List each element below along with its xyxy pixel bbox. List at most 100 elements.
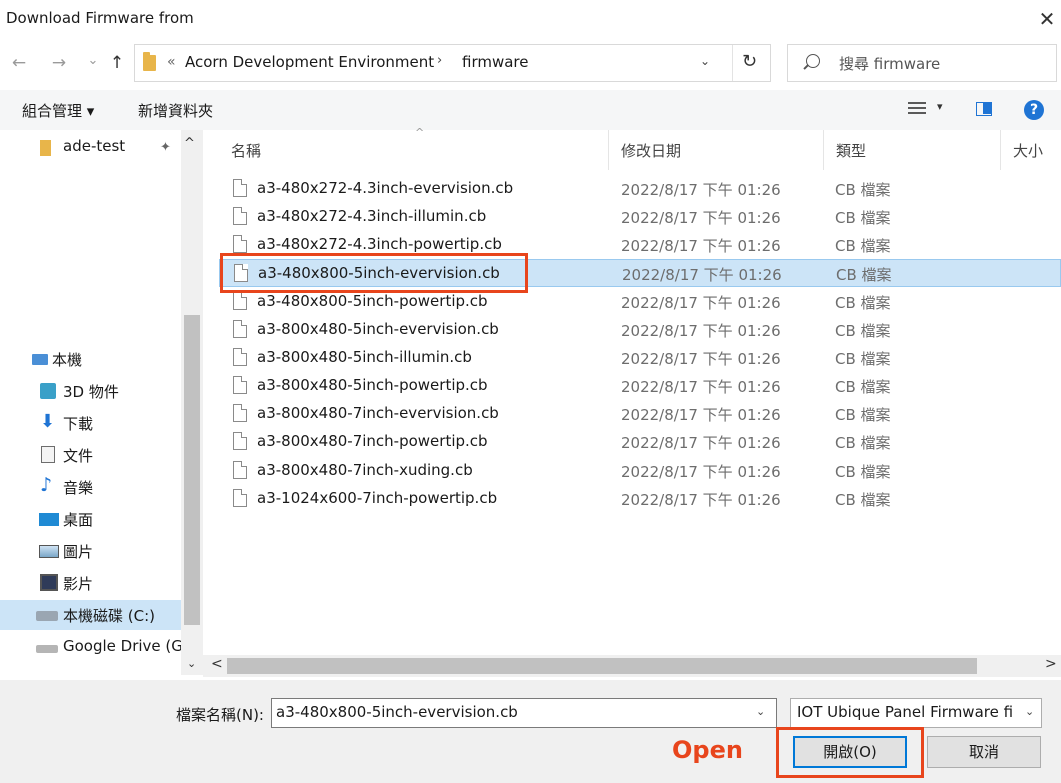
- file-name: a3-800x480-5inch-evervision.cb: [257, 320, 499, 338]
- drive-icon: [36, 611, 58, 621]
- nav-item-this-pc[interactable]: 本機: [0, 344, 181, 374]
- column-divider[interactable]: [608, 130, 609, 170]
- folder-icon: [143, 52, 156, 71]
- file-name: a3-800x480-7inch-evervision.cb: [257, 404, 499, 422]
- file-type: CB 檔案: [835, 434, 891, 452]
- breadcrumb-acorn[interactable]: Acorn Development Environment: [185, 53, 434, 71]
- nav-item-label: 本機: [52, 351, 83, 369]
- nav-item-3d-objects[interactable]: 3D 物件: [0, 376, 181, 406]
- file-name: a3-1024x600-7inch-powertip.cb: [257, 489, 498, 507]
- horizontal-scrollbar-thumb[interactable]: [227, 658, 977, 674]
- address-bar[interactable]: « Acorn Development Environment › firmwa…: [134, 44, 771, 82]
- organize-button[interactable]: 組合管理 ▾: [22, 100, 94, 121]
- up-arrow-icon[interactable]: ↑: [104, 48, 130, 78]
- file-icon: [233, 348, 247, 366]
- file-icon: [233, 461, 247, 479]
- nav-item-label: Google Drive (G: [63, 637, 183, 655]
- column-header-date[interactable]: 修改日期: [621, 140, 681, 161]
- file-name: a3-800x480-5inch-illumin.cb: [257, 348, 472, 366]
- file-date: 2022/8/17 下午 01:26: [621, 322, 781, 340]
- column-header-type[interactable]: 類型: [836, 140, 866, 161]
- recent-locations-chevron-icon[interactable]: ⌄: [80, 46, 106, 76]
- file-row[interactable]: a3-800x480-7inch-xuding.cb 2022/8/17 下午 …: [219, 457, 1061, 485]
- file-row[interactable]: a3-800x480-5inch-illumin.cb 2022/8/17 下午…: [219, 344, 1061, 372]
- file-name: a3-800x480-7inch-xuding.cb: [257, 461, 473, 479]
- nav-item-google-drive[interactable]: Google Drive (G: [0, 632, 183, 662]
- column-header-size[interactable]: 大小: [1013, 140, 1043, 161]
- filename-value: a3-480x800-5inch-evervision.cb: [276, 703, 518, 721]
- file-list: a3-480x272-4.3inch-evervision.cb 2022/8/…: [203, 170, 1061, 670]
- nav-item-documents[interactable]: 文件: [0, 440, 181, 470]
- pictures-icon: [39, 545, 59, 558]
- breadcrumb-firmware[interactable]: firmware: [462, 53, 529, 71]
- view-dropdown-icon[interactable]: ▾: [937, 100, 943, 113]
- search-input[interactable]: 搜尋 firmware: [787, 44, 1057, 82]
- nav-item-local-disk-c[interactable]: 本機磁碟 (C:): [0, 600, 181, 630]
- horizontal-scrollbar[interactable]: < >: [203, 655, 1061, 677]
- toolbar: 組合管理 ▾ 新增資料夾 ▾ ?: [0, 90, 1061, 130]
- file-row[interactable]: a3-480x272-4.3inch-illumin.cb 2022/8/17 …: [219, 203, 1061, 231]
- breadcrumb-overflow[interactable]: «: [167, 54, 176, 70]
- file-row[interactable]: a3-480x272-4.3inch-evervision.cb 2022/8/…: [219, 175, 1061, 203]
- breadcrumb-separator-icon[interactable]: ›: [437, 53, 442, 68]
- file-type-filter-select[interactable]: IOT Ubique Panel Firmware fi ⌄: [790, 698, 1042, 728]
- nav-scrollbar-thumb[interactable]: [184, 315, 200, 625]
- preview-pane-icon[interactable]: [976, 102, 992, 116]
- cancel-button[interactable]: 取消: [927, 736, 1041, 768]
- address-dropdown-icon[interactable]: ⌄: [700, 54, 710, 68]
- desktop-icon: [39, 513, 59, 526]
- forward-arrow-icon[interactable]: →: [46, 48, 72, 78]
- file-date: 2022/8/17 下午 01:26: [621, 463, 781, 481]
- nav-item-label: 下載: [63, 415, 94, 433]
- view-options-icon[interactable]: [908, 101, 926, 117]
- file-row[interactable]: a3-800x480-7inch-powertip.cb 2022/8/17 下…: [219, 428, 1061, 456]
- nav-item-downloads[interactable]: ⬇ 下載: [0, 408, 181, 438]
- filename-dropdown-icon[interactable]: ⌄: [756, 705, 765, 718]
- open-annotation-label: Open: [672, 736, 743, 764]
- highlight-box-selected-file: [220, 253, 528, 293]
- nav-item-music[interactable]: ♪ 音樂: [0, 472, 181, 502]
- sort-ascending-icon: ^: [415, 126, 425, 139]
- music-icon: ♪: [40, 474, 53, 496]
- column-header-name[interactable]: 名稱: [231, 140, 261, 161]
- nav-item-ade-test[interactable]: ade-test ✦: [0, 132, 181, 162]
- file-row[interactable]: a3-800x480-5inch-evervision.cb 2022/8/17…: [219, 316, 1061, 344]
- search-icon: [806, 54, 820, 68]
- pin-icon[interactable]: ✦: [160, 140, 171, 155]
- nav-item-videos[interactable]: 影片: [0, 568, 181, 598]
- 3d-objects-icon: [40, 383, 56, 399]
- scroll-right-icon[interactable]: >: [1045, 656, 1057, 672]
- file-type: CB 檔案: [835, 463, 891, 481]
- nav-item-label: 圖片: [63, 543, 94, 561]
- column-divider[interactable]: [1000, 130, 1001, 170]
- back-arrow-icon[interactable]: ←: [6, 48, 32, 78]
- file-date: 2022/8/17 下午 01:26: [621, 406, 781, 424]
- help-icon[interactable]: ?: [1024, 100, 1044, 120]
- close-icon[interactable]: ✕: [1032, 4, 1061, 34]
- file-date: 2022/8/17 下午 01:26: [621, 434, 781, 452]
- new-folder-button[interactable]: 新增資料夾: [138, 100, 213, 121]
- file-name: a3-800x480-7inch-powertip.cb: [257, 432, 488, 450]
- nav-item-desktop[interactable]: 桌面: [0, 504, 181, 534]
- file-icon: [233, 207, 247, 225]
- file-row[interactable]: a3-800x480-7inch-evervision.cb 2022/8/17…: [219, 400, 1061, 428]
- scroll-down-icon[interactable]: ⌄: [187, 657, 196, 670]
- scroll-up-icon[interactable]: ^: [184, 136, 195, 151]
- column-divider[interactable]: [823, 130, 824, 170]
- file-icon: [233, 292, 247, 310]
- file-type: CB 檔案: [835, 322, 891, 340]
- scroll-left-icon[interactable]: <: [211, 656, 223, 672]
- file-name: a3-480x272-4.3inch-powertip.cb: [257, 235, 502, 253]
- file-icon: [233, 179, 247, 197]
- file-type: CB 檔案: [835, 181, 891, 199]
- file-row[interactable]: a3-800x480-5inch-powertip.cb 2022/8/17 下…: [219, 372, 1061, 400]
- file-type-filter-value: IOT Ubique Panel Firmware fi: [797, 703, 1014, 721]
- nav-item-pictures[interactable]: 圖片: [0, 536, 181, 566]
- nav-item-label: 本機磁碟 (C:): [63, 607, 155, 625]
- refresh-icon[interactable]: ↻: [742, 51, 757, 72]
- nav-item-label: 音樂: [63, 479, 94, 497]
- download-icon: ⬇: [40, 411, 56, 432]
- filter-dropdown-icon[interactable]: ⌄: [1025, 705, 1034, 718]
- file-row[interactable]: a3-1024x600-7inch-powertip.cb 2022/8/17 …: [219, 485, 1061, 513]
- filename-input[interactable]: a3-480x800-5inch-evervision.cb ⌄: [271, 698, 777, 728]
